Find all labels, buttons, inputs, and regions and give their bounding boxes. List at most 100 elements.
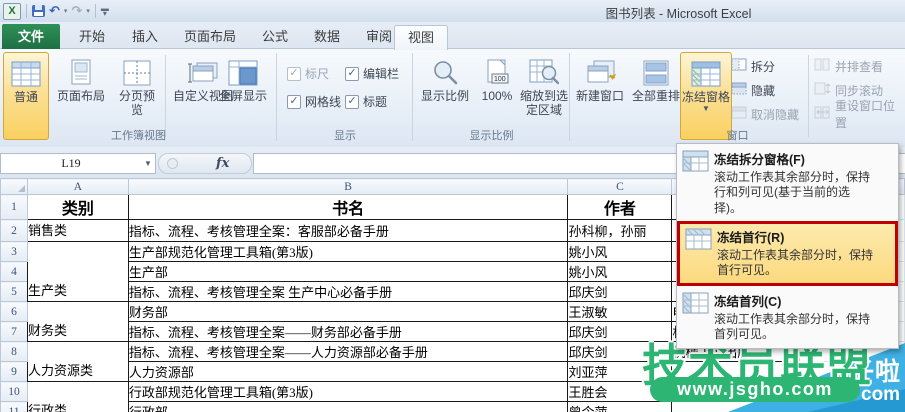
cell-B7[interactable]: 指标、流程、考核管理全案——财务部必备手册 xyxy=(127,321,569,342)
zoom-100-button[interactable]: 100 100% xyxy=(475,52,519,104)
arrange-all-button[interactable]: 全部重排 xyxy=(628,52,684,104)
row-header-2[interactable]: 2 xyxy=(0,219,28,242)
menu-item-freeze-first-column[interactable]: 冻结首列(C) 滚动工作表其余部分时，保持首列可见。 xyxy=(677,286,898,348)
new-window-button[interactable]: 新建窗口 xyxy=(572,52,628,104)
customize-qat-icon[interactable]: ▬ ▾ xyxy=(101,5,109,18)
unhide-label: 取消隐藏 xyxy=(751,107,800,122)
zoom-to-selection-button[interactable]: 缩放到选定区域 xyxy=(519,52,569,117)
select-all-corner[interactable] xyxy=(0,178,28,195)
split-icon xyxy=(731,58,747,74)
row-header-5[interactable]: 5 xyxy=(0,281,28,302)
gridlines-label: 网格线 xyxy=(305,95,342,109)
column-header-A[interactable]: A xyxy=(26,178,129,195)
ruler-checkbox[interactable]: ✓ 标尺 xyxy=(287,65,329,82)
cell-B5[interactable]: 指标、流程、考核管理全案 生产中心必备手册 xyxy=(127,281,569,302)
synchronous-scrolling-label: 同步滚动 xyxy=(835,83,884,98)
redo-icon: ↷ xyxy=(71,3,83,18)
undo-icon[interactable]: ↶ xyxy=(49,4,60,17)
excel-app-icon[interactable]: X xyxy=(3,2,21,20)
cell-C2[interactable]: 孙科柳，孙丽 xyxy=(567,219,673,242)
window-title: 图书列表 - Microsoft Excel xyxy=(605,7,752,21)
excel-window: X ↶ ▾ ↷ ▾ ▬ ▾ 图书列表 - Microsoft Excel 文件 开始 … xyxy=(0,0,905,412)
split-button[interactable]: 拆分 xyxy=(731,56,775,76)
name-box-value: L19 xyxy=(61,156,81,170)
cell-C1[interactable]: 作者 xyxy=(567,194,673,220)
column-header-C[interactable]: C xyxy=(567,178,673,195)
zoom-100-icon: 100 xyxy=(484,56,510,90)
cell-A3[interactable]: 生产类 xyxy=(26,241,129,302)
headings-label: 标题 xyxy=(363,95,388,109)
column-header-B[interactable]: B xyxy=(127,178,569,195)
cell-C4[interactable]: 姚小风 xyxy=(567,261,673,282)
group-label-zoom: 显示比例 xyxy=(469,130,514,142)
menu-item-freeze-top-row[interactable]: 冻结首行(R) 滚动工作表其余部分时，保持首行可见。 xyxy=(680,224,895,283)
cell-B11[interactable]: 行政部 xyxy=(127,401,569,412)
row-header-10[interactable]: 10 xyxy=(0,381,28,402)
name-box[interactable]: L19 ▼ xyxy=(0,153,156,174)
tab-formulas[interactable]: 公式 xyxy=(250,25,300,49)
headings-checkbox[interactable]: ✓ 标题 xyxy=(345,93,387,110)
menu-item-desc: 滚动工作表其余部分时，保持行和列可见(基于当前的选择)。 xyxy=(714,170,871,215)
tab-data[interactable]: 数据 xyxy=(302,25,352,49)
tab-page-layout[interactable]: 页面布局 xyxy=(172,25,248,49)
row-header-8[interactable]: 8 xyxy=(0,341,28,362)
new-window-label: 新建窗口 xyxy=(575,89,624,103)
formula-bar-checkbox[interactable]: ✓ 编辑栏 xyxy=(345,65,399,82)
full-screen-label: 全屏显示 xyxy=(218,89,267,103)
row-header-4[interactable]: 4 xyxy=(0,261,28,282)
cell-B9[interactable]: 人力资源部 xyxy=(127,361,569,382)
cell-A10[interactable]: 行政类 xyxy=(26,381,129,412)
checkbox-icon: ✓ xyxy=(345,94,359,109)
freeze-panes-menu: 冻结拆分窗格(F) 滚动工作表其余部分时，保持行和列可见(基于当前的选择)。 冻… xyxy=(676,143,899,349)
undo-dropdown-icon[interactable]: ▾ xyxy=(64,7,68,15)
tab-home[interactable]: 开始 xyxy=(66,25,118,49)
tab-view[interactable]: 视图 xyxy=(394,25,448,50)
row-header-1[interactable]: 1 xyxy=(0,194,28,220)
tab-file[interactable]: 文件 xyxy=(2,24,60,49)
insert-function-button[interactable]: fx xyxy=(216,156,229,171)
cell-B1[interactable]: 书名 xyxy=(127,194,569,220)
row-header-9[interactable]: 9 xyxy=(0,361,28,382)
tab-insert[interactable]: 插入 xyxy=(120,25,170,49)
menu-item-title: 冻结首列(C) xyxy=(714,294,782,309)
cell-B2[interactable]: 指标、流程、考核管理全案：客服部必备手册 xyxy=(127,219,569,242)
hide-icon xyxy=(731,82,747,98)
cell-B10[interactable]: 行政部规范化管理工具箱(第3版) xyxy=(127,381,569,402)
row-header-7[interactable]: 7 xyxy=(0,321,28,342)
menu-item-freeze-panes[interactable]: 冻结拆分窗格(F) 滚动工作表其余部分时，保持行和列可见(基于当前的选择)。 xyxy=(677,144,898,221)
menu-item-desc: 滚动工作表其余部分时，保持首列可见。 xyxy=(714,311,871,342)
page-break-preview-icon xyxy=(123,56,151,90)
save-icon[interactable] xyxy=(32,5,45,17)
normal-view-icon xyxy=(11,57,41,91)
zoom-button[interactable]: 显示比例 xyxy=(417,52,473,104)
gridlines-checkbox[interactable]: ✓ 网格线 xyxy=(287,93,341,110)
cell-A6[interactable]: 财务类 xyxy=(26,301,129,342)
row-header-6[interactable]: 6 xyxy=(0,301,28,322)
row-header-11[interactable]: 11 xyxy=(0,401,28,412)
cell-C5[interactable]: 邱庆剑 xyxy=(567,281,673,302)
group-zoom: 显示比例 100 100% 缩放到选定区域 显示比例 xyxy=(413,49,570,146)
page-layout-view-button[interactable]: 页面布局 xyxy=(50,52,112,104)
freeze-panes-icon xyxy=(691,57,721,91)
full-screen-icon xyxy=(228,56,258,90)
cell-A2[interactable]: 销售类 xyxy=(26,219,129,242)
cell-B6[interactable]: 财务部 xyxy=(127,301,569,322)
group-workbook-views: 普通 页面布局 分页预览 自定义视图 全屏显示 工作簿视图 xyxy=(0,49,277,146)
cell-B4[interactable]: 生产部 xyxy=(127,261,569,282)
arrange-all-label: 全部重排 xyxy=(631,89,680,103)
normal-view-label: 普通 xyxy=(13,90,38,104)
cell-A1[interactable]: 类别 xyxy=(26,194,129,220)
cell-A8[interactable]: 人力资源类 xyxy=(26,341,129,382)
freeze-panes-dropdown-icon: ▼ xyxy=(702,103,710,113)
hide-button[interactable]: 隐藏 xyxy=(731,80,775,100)
corner-triangle-icon xyxy=(17,185,25,192)
cell-C3[interactable]: 姚小风 xyxy=(567,241,673,262)
cell-B3[interactable]: 生产部规范化管理工具箱(第3版) xyxy=(127,241,569,262)
new-window-icon xyxy=(584,56,616,90)
cell-B8[interactable]: 指标、流程、考核管理全案——人力资源部必备手册 xyxy=(127,341,569,362)
name-box-dropdown-icon[interactable]: ▼ xyxy=(141,159,155,168)
row-header-3[interactable]: 3 xyxy=(0,241,28,262)
formula-bar-label: 编辑栏 xyxy=(363,67,400,81)
full-screen-button[interactable]: 全屏显示 xyxy=(213,52,273,104)
page-break-preview-button[interactable]: 分页预览 xyxy=(114,52,160,117)
